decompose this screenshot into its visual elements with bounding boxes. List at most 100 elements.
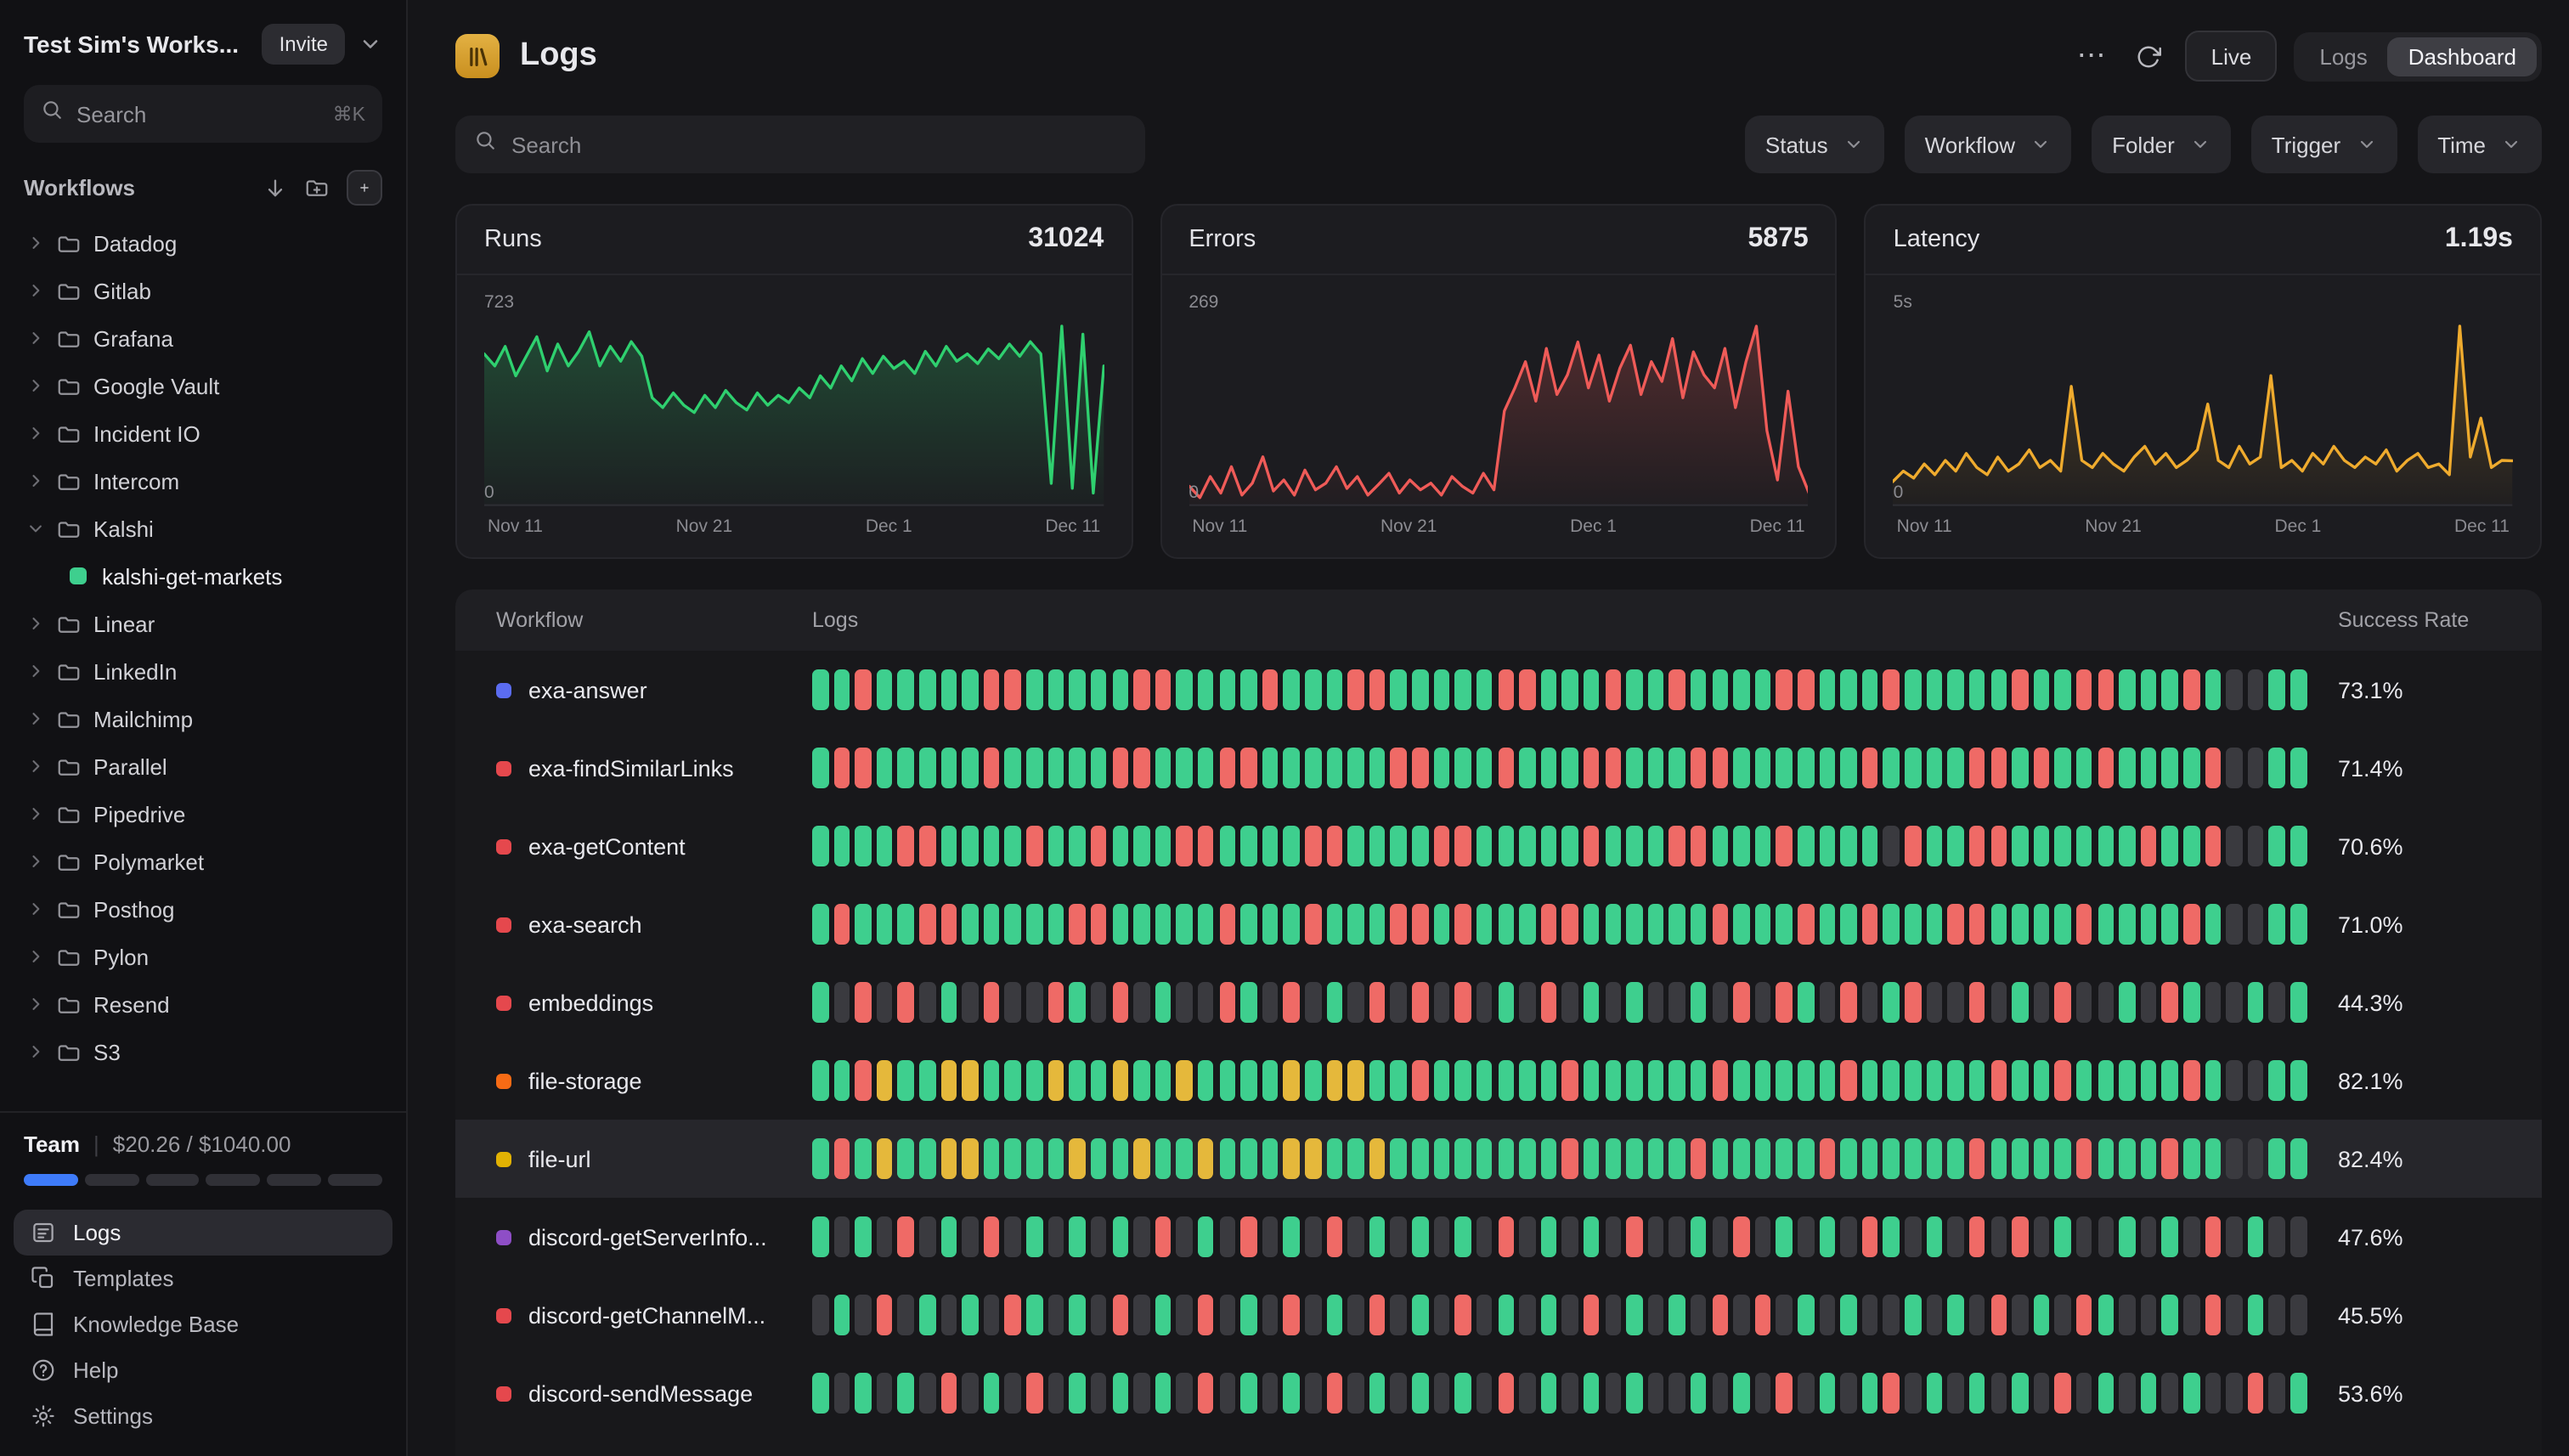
add-workflow-button[interactable] — [347, 170, 382, 206]
log-cell[interactable] — [1905, 1295, 1921, 1335]
log-cell[interactable] — [1540, 748, 1556, 788]
log-cell[interactable] — [1240, 826, 1256, 866]
sidebar-workflow-kalshi-get-markets[interactable]: kalshi-get-markets — [14, 552, 392, 600]
log-cell[interactable] — [2098, 982, 2114, 1023]
log-cell[interactable] — [1391, 1373, 1407, 1414]
log-cell[interactable] — [833, 1060, 850, 1101]
log-cell[interactable] — [2205, 1060, 2221, 1101]
log-cell[interactable] — [919, 1216, 935, 1257]
log-cell[interactable] — [1047, 904, 1064, 945]
log-cell[interactable] — [1155, 904, 1172, 945]
log-cell[interactable] — [1240, 1060, 1256, 1101]
log-cell[interactable] — [940, 826, 957, 866]
log-cell[interactable] — [1198, 748, 1214, 788]
log-cell[interactable] — [2055, 669, 2071, 710]
log-cell[interactable] — [2055, 1373, 2071, 1414]
log-cell[interactable] — [2248, 826, 2264, 866]
sidebar-folder-incident-io[interactable]: Incident IO — [14, 409, 392, 457]
log-cell[interactable] — [1540, 1138, 1556, 1179]
log-cell[interactable] — [1948, 1216, 1964, 1257]
log-cell[interactable] — [1626, 748, 1642, 788]
log-cell[interactable] — [1883, 1216, 1900, 1257]
log-cell[interactable] — [2076, 1138, 2092, 1179]
log-cell[interactable] — [1733, 904, 1749, 945]
log-cell[interactable] — [1476, 982, 1493, 1023]
log-cell[interactable] — [1733, 826, 1749, 866]
log-cell[interactable] — [1070, 1138, 1086, 1179]
log-cell[interactable] — [1412, 1138, 1428, 1179]
log-cell[interactable] — [1862, 1373, 1878, 1414]
log-cell[interactable] — [1605, 748, 1621, 788]
log-cell[interactable] — [1776, 669, 1793, 710]
log-cell[interactable] — [1326, 748, 1342, 788]
log-cell[interactable] — [2012, 669, 2028, 710]
log-cell[interactable] — [1433, 826, 1449, 866]
log-cell[interactable] — [1691, 748, 1707, 788]
log-cell[interactable] — [898, 904, 914, 945]
log-cell[interactable] — [2226, 982, 2242, 1023]
log-cell[interactable] — [1584, 982, 1600, 1023]
log-cell[interactable] — [1476, 826, 1493, 866]
log-cell[interactable] — [1540, 669, 1556, 710]
log-cell[interactable] — [1862, 1295, 1878, 1335]
log-cell[interactable] — [1819, 1373, 1835, 1414]
log-cell[interactable] — [2012, 1138, 2028, 1179]
sidebar-folder-gitlab[interactable]: Gitlab — [14, 267, 392, 314]
log-cell[interactable] — [1005, 1295, 1021, 1335]
log-cell[interactable] — [1112, 1373, 1128, 1414]
log-cell[interactable] — [1755, 748, 1771, 788]
log-cell[interactable] — [1112, 748, 1128, 788]
log-cell[interactable] — [984, 669, 1000, 710]
log-cell[interactable] — [1498, 1216, 1514, 1257]
table-row-exa-answer[interactable]: exa-answer73.1% — [455, 651, 2542, 729]
log-cell[interactable] — [877, 669, 893, 710]
log-cell[interactable] — [1519, 1216, 1535, 1257]
log-cell[interactable] — [1433, 982, 1449, 1023]
log-cell[interactable] — [984, 826, 1000, 866]
log-cell[interactable] — [1798, 826, 1814, 866]
log-cell[interactable] — [1155, 669, 1172, 710]
log-cell[interactable] — [2162, 904, 2178, 945]
log-cell[interactable] — [1091, 826, 1107, 866]
sidebar-folder-pipedrive[interactable]: Pipedrive — [14, 790, 392, 838]
log-cell[interactable] — [1626, 1138, 1642, 1179]
log-cell[interactable] — [1026, 1138, 1042, 1179]
log-cell[interactable] — [2162, 826, 2178, 866]
log-cell[interactable] — [1026, 1216, 1042, 1257]
log-cell[interactable] — [1755, 1373, 1771, 1414]
log-cell[interactable] — [1498, 826, 1514, 866]
log-cell[interactable] — [1433, 1138, 1449, 1179]
log-cell[interactable] — [2183, 1138, 2199, 1179]
log-cell[interactable] — [1369, 982, 1386, 1023]
log-cell[interactable] — [1883, 826, 1900, 866]
log-cell[interactable] — [1883, 904, 1900, 945]
log-cell[interactable] — [1948, 904, 1964, 945]
log-cell[interactable] — [1669, 904, 1685, 945]
log-cell[interactable] — [1926, 1373, 1942, 1414]
log-cell[interactable] — [2141, 1216, 2157, 1257]
log-cell[interactable] — [1669, 1295, 1685, 1335]
log-cell[interactable] — [833, 1295, 850, 1335]
log-cell[interactable] — [1755, 904, 1771, 945]
log-cell[interactable] — [1669, 748, 1685, 788]
log-cell[interactable] — [1712, 1216, 1728, 1257]
log-cell[interactable] — [1519, 904, 1535, 945]
log-cell[interactable] — [1262, 1373, 1279, 1414]
log-cell[interactable] — [1969, 1216, 1985, 1257]
log-cell[interactable] — [812, 748, 828, 788]
log-cell[interactable] — [1433, 748, 1449, 788]
log-cell[interactable] — [1584, 826, 1600, 866]
log-cell[interactable] — [1347, 669, 1364, 710]
log-cell[interactable] — [1948, 1138, 1964, 1179]
log-cell[interactable] — [855, 982, 871, 1023]
log-cell[interactable] — [1905, 982, 1921, 1023]
log-cell[interactable] — [2033, 669, 2049, 710]
log-cell[interactable] — [2269, 669, 2285, 710]
log-cell[interactable] — [1133, 982, 1149, 1023]
log-cell[interactable] — [1177, 904, 1193, 945]
log-cell[interactable] — [1284, 669, 1300, 710]
log-cell[interactable] — [877, 1295, 893, 1335]
log-cell[interactable] — [1540, 1373, 1556, 1414]
log-cell[interactable] — [1926, 1295, 1942, 1335]
log-cell[interactable] — [984, 1060, 1000, 1101]
